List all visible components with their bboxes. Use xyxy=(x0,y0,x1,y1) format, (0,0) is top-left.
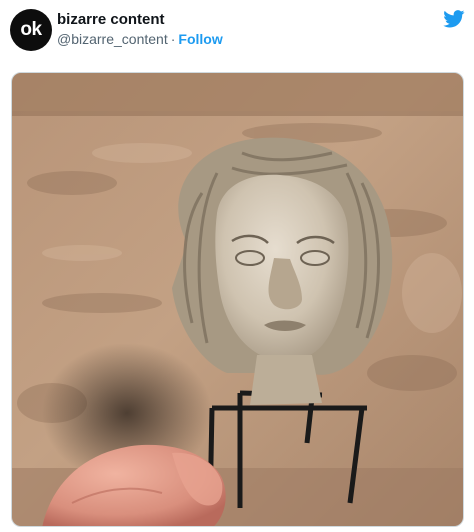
avatar[interactable]: ok xyxy=(10,9,52,51)
user-handle[interactable]: @bizarre_content xyxy=(57,31,168,47)
separator-dot: · xyxy=(170,31,176,47)
follow-button[interactable]: Follow xyxy=(178,31,222,47)
handle-line: @bizarre_content · Follow xyxy=(57,31,223,47)
twitter-bird-icon[interactable] xyxy=(443,10,465,28)
avatar-text: ok xyxy=(20,19,42,40)
display-name[interactable]: bizarre content xyxy=(57,11,165,28)
statue-photo xyxy=(12,73,463,526)
tweet-header: ok bizarre content @bizarre_content · Foll… xyxy=(0,0,474,68)
statue-eye-right xyxy=(300,250,330,266)
tweet-media-photo[interactable] xyxy=(11,72,464,527)
statue-eye-left xyxy=(235,250,265,266)
